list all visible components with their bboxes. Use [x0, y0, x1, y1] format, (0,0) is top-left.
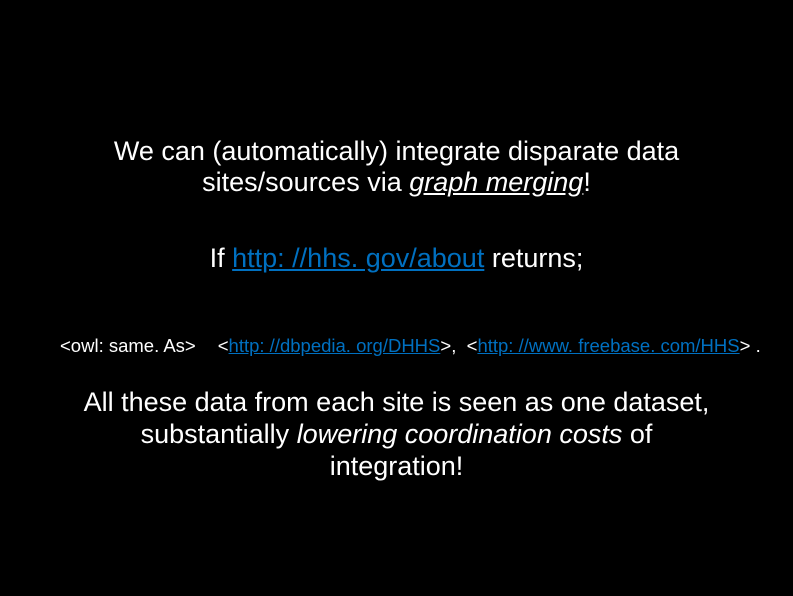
text-fragment: >, [440, 335, 456, 356]
text-fragment: If [210, 243, 233, 273]
emphasis-graph-merging: graph merging [409, 167, 583, 197]
owl-predicate: <owl: same. As> [60, 335, 196, 356]
text-fragment: of [622, 419, 652, 449]
text-fragment: ! [583, 167, 591, 197]
emphasis-lowering-costs: lowering coordination costs [297, 419, 623, 449]
text-line: integration! [330, 451, 464, 481]
owl-sameas-row: <owl: same. As><http: //dbpedia. org/DHH… [60, 335, 760, 357]
paragraph-1: We can (automatically) integrate dispara… [0, 136, 793, 198]
link-dbpedia-dhhs[interactable]: http: //dbpedia. org/DHHS [229, 335, 441, 356]
text-fragment: > . [740, 335, 761, 356]
text-fragment: sites/sources via [202, 167, 409, 197]
text-fragment: returns; [484, 243, 583, 273]
slide: We can (automatically) integrate dispara… [0, 0, 793, 596]
text-fragment: substantially [141, 419, 297, 449]
text-line: We can (automatically) integrate dispara… [114, 136, 679, 166]
link-hhs-about[interactable]: http: //hhs. gov/about [232, 243, 484, 273]
text-line: All these data from each site is seen as… [84, 387, 710, 417]
angle-open: < [467, 335, 478, 356]
link-freebase-hhs[interactable]: http: //www. freebase. com/HHS [477, 335, 739, 356]
angle-open: < [218, 335, 229, 356]
paragraph-3: All these data from each site is seen as… [0, 387, 793, 483]
paragraph-2: If http: //hhs. gov/about returns; [0, 243, 793, 274]
